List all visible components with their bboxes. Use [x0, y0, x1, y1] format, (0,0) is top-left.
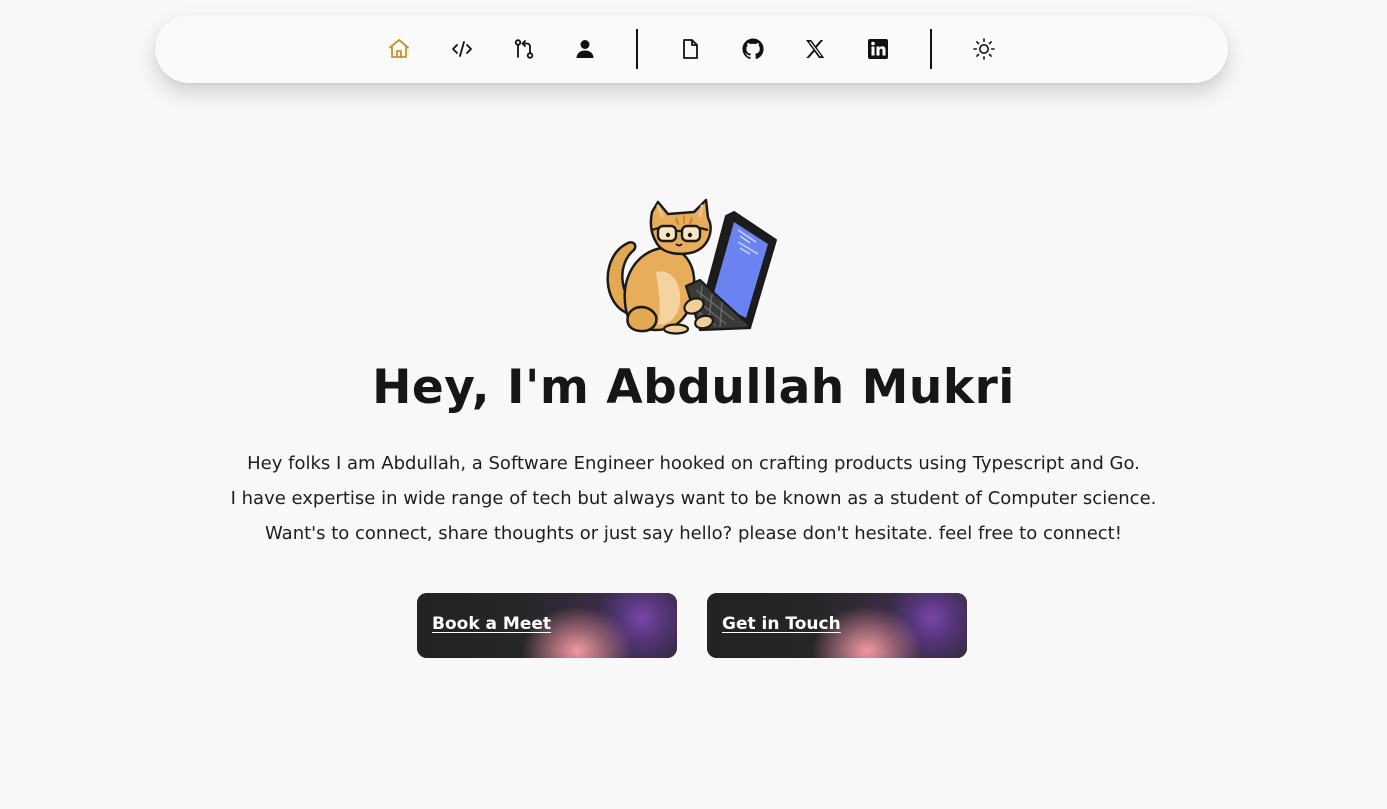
bio-line: Hey folks I am Abdullah, a Software Engi…: [247, 453, 1140, 474]
code-icon: [452, 41, 472, 57]
file-icon: [683, 39, 698, 59]
git-compare-icon: [514, 39, 534, 59]
bio-line: I have expertise in wide range of tech b…: [230, 488, 1157, 509]
nav-home[interactable]: [383, 33, 415, 65]
nav-contributions[interactable]: [508, 33, 540, 65]
top-navbar: [155, 15, 1228, 83]
linkedin-icon: [868, 39, 888, 59]
bio-line: Want's to connect, share thoughts or jus…: [265, 523, 1122, 544]
x-twitter-icon: [806, 40, 825, 58]
cat-laptop-illustration: [606, 198, 777, 335]
nav-resume[interactable]: [674, 33, 706, 65]
nav-projects[interactable]: [446, 33, 478, 65]
sun-icon: [973, 38, 995, 60]
hero-bio: Hey folks I am Abdullah, a Software Engi…: [0, 446, 1387, 551]
nav-divider: [636, 29, 638, 69]
theme-toggle[interactable]: [968, 33, 1000, 65]
home-icon: [389, 39, 409, 58]
hero-title: Hey, I'm Abdullah Mukri: [372, 360, 1015, 415]
nav-about[interactable]: [569, 33, 601, 65]
book-a-meet-button[interactable]: Book a Meet: [417, 593, 677, 658]
nav-github[interactable]: [737, 33, 769, 65]
book-a-meet-label: Book a Meet: [432, 614, 552, 634]
nav-x[interactable]: [799, 33, 831, 65]
nav-divider: [930, 29, 932, 69]
nav-linkedin[interactable]: [862, 33, 894, 65]
get-in-touch-label: Get in Touch: [722, 614, 841, 634]
get-in-touch-button[interactable]: Get in Touch: [707, 593, 967, 658]
user-icon: [576, 40, 594, 58]
github-icon: [742, 38, 764, 60]
